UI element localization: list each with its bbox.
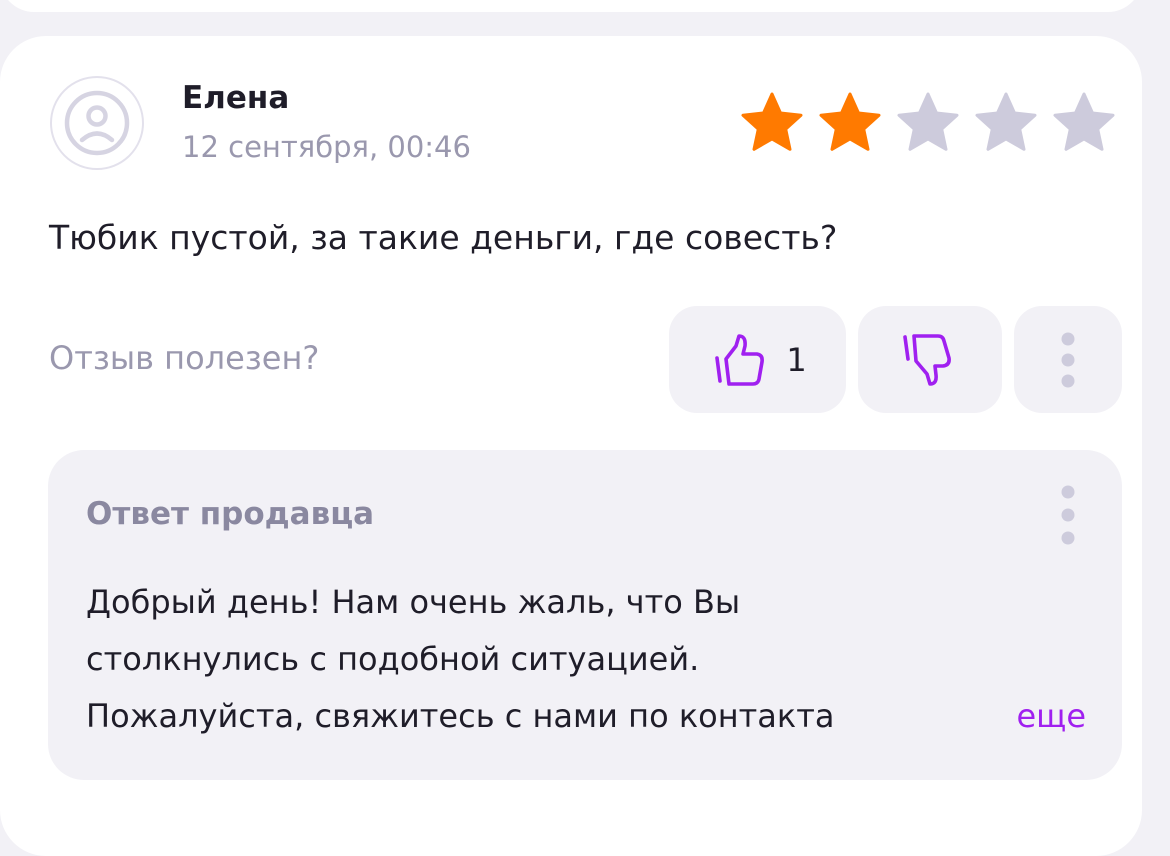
expand-reply-link[interactable]: еще xyxy=(1004,688,1086,745)
more-vertical-icon xyxy=(1061,485,1075,545)
seller-reply-text: Добрый день! Нам очень жаль, что Вы стол… xyxy=(86,574,1086,745)
star-filled-icon xyxy=(819,92,881,151)
more-vertical-icon xyxy=(1061,332,1075,387)
sad-face-icon xyxy=(64,90,130,156)
avatar xyxy=(50,76,144,170)
dislike-button[interactable] xyxy=(858,306,1002,413)
star-filled-icon xyxy=(741,92,803,151)
seller-reply-line: Добрый день! Нам очень жаль, что Вы xyxy=(86,583,741,621)
text-fade xyxy=(864,688,994,745)
seller-reply-line: Пожалуйста, свяжитесь с нами по контакта xyxy=(86,697,835,735)
like-count: 1 xyxy=(786,340,807,379)
seller-reply-menu-button[interactable] xyxy=(1048,480,1088,550)
thumbs-up-icon xyxy=(715,333,765,386)
previous-review-card xyxy=(0,0,1142,12)
more-options-button[interactable] xyxy=(1014,306,1122,413)
review-date: 12 сентября, 00:46 xyxy=(182,130,471,164)
seller-reply-line: столкнулись с подобной ситуацией. xyxy=(86,640,700,678)
star-empty-icon xyxy=(897,92,959,151)
author-name: Елена xyxy=(182,80,290,116)
star-rating xyxy=(738,89,1118,157)
review-text: Тюбик пустой, за такие деньги, где совес… xyxy=(49,218,838,257)
star-empty-icon xyxy=(1053,92,1115,151)
seller-reply-title: Ответ продавца xyxy=(86,496,375,532)
helpful-question: Отзыв полезен? xyxy=(49,339,320,377)
star-empty-icon xyxy=(975,92,1037,151)
like-button[interactable]: 1 xyxy=(669,306,846,413)
seller-reply: Ответ продавца Добрый день! Нам очень жа… xyxy=(48,450,1122,780)
thumbs-down-icon xyxy=(903,333,951,386)
seller-reply-last-line: Пожалуйста, свяжитесь с нами по контакта… xyxy=(86,688,1086,745)
